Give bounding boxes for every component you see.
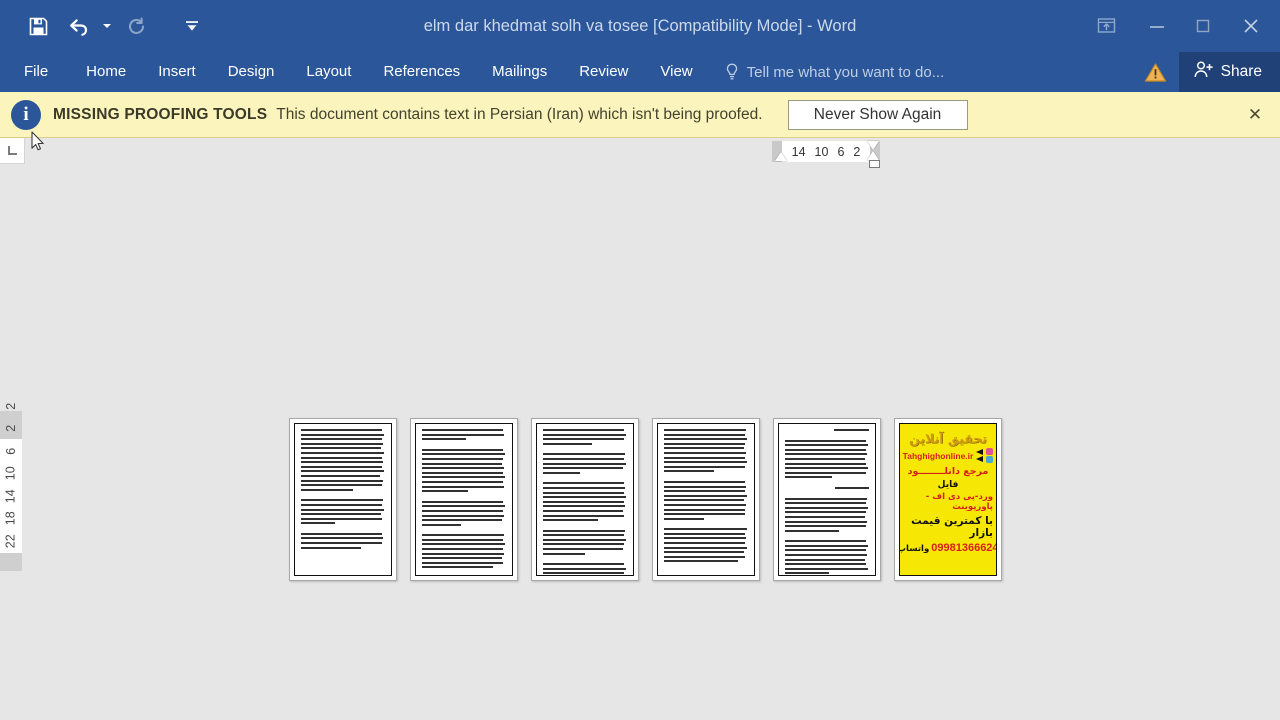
info-circle-icon: i — [11, 99, 41, 130]
horizontal-ruler[interactable]: 14 10 6 2 — [772, 141, 880, 162]
ad-formats-line: ورد-پی دی اف - پاورپوینت — [925, 492, 993, 512]
never-show-again-button[interactable]: Never Show Again — [787, 99, 968, 130]
save-icon[interactable] — [18, 9, 58, 43]
vruler-tick: 2 — [3, 402, 18, 410]
tab-home[interactable]: Home — [70, 52, 142, 92]
ad-website-url: Tahghighonline.ir — [902, 450, 974, 461]
share-button[interactable]: Share — [1178, 52, 1280, 92]
tab-stop-selector[interactable] — [0, 138, 25, 164]
ribbon-right-group: Share — [1133, 52, 1280, 92]
page-thumbnail[interactable] — [410, 418, 518, 581]
ribbon-tab-bar: File Home Insert Design Layout Reference… — [0, 52, 1280, 92]
ad-whatsapp-label: واتساپ — [899, 544, 930, 554]
ad-phone-number: 09981366624 — [931, 542, 997, 554]
tab-review[interactable]: Review — [563, 52, 644, 92]
hruler-tick: 6 — [837, 144, 845, 159]
redo-icon[interactable] — [116, 9, 156, 43]
hruler-tick: 14 — [791, 144, 806, 159]
page-content — [778, 423, 876, 576]
arrow-right-icon — [976, 449, 984, 462]
ad-file-line: فایل — [937, 480, 959, 490]
ad-contact-row: 09981366624 واتساپ — [899, 542, 997, 554]
tab-view[interactable]: View — [644, 52, 708, 92]
page-content — [294, 423, 392, 576]
page-content — [415, 423, 513, 576]
warning-triangle-icon[interactable] — [1133, 52, 1179, 92]
hanging-indent-marker[interactable] — [867, 151, 879, 160]
vertical-ruler[interactable]: 2 2 6 10 14 18 22 — [0, 402, 22, 571]
vruler-tick: 6 — [3, 447, 18, 455]
ad-url-row: Tahghighonline.ir — [903, 448, 994, 463]
undo-dropdown-icon[interactable] — [98, 9, 116, 43]
close-button[interactable] — [1226, 0, 1276, 52]
vruler-tick: 10 — [3, 466, 18, 481]
tell-me-search[interactable]: Tell me what you want to do... — [725, 63, 945, 81]
word-application-window: elm dar khedmat solh va tosee [Compatibi… — [0, 0, 1280, 720]
ad-title: تحقیق آنلاین — [909, 431, 987, 446]
tell-me-placeholder: Tell me what you want to do... — [746, 63, 945, 81]
page-thumbnail[interactable] — [289, 418, 397, 581]
page-content — [657, 423, 755, 576]
page-content — [536, 423, 634, 576]
page-thumbnail-strip: تحقیق آنلاین Tahghighonline.ir مرجع دانل… — [289, 418, 1002, 581]
left-indent-marker[interactable] — [775, 152, 787, 161]
ad-price-line: با کمترین قیمت بازار — [911, 515, 993, 539]
title-bar: elm dar khedmat solh va tosee [Compatibi… — [0, 0, 1280, 52]
undo-icon[interactable] — [58, 9, 98, 43]
tab-insert[interactable]: Insert — [142, 52, 212, 92]
social-badges-icon — [986, 448, 994, 463]
mouse-pointer — [31, 131, 45, 157]
hruler-tick: 2 — [853, 144, 861, 159]
tab-mailings[interactable]: Mailings — [476, 52, 563, 92]
left-tab-stop-icon — [7, 146, 17, 155]
vertical-ruler-ticks: 2 2 6 10 14 18 22 — [0, 402, 22, 569]
vruler-tick: 14 — [3, 488, 18, 503]
page-thumbnail[interactable] — [773, 418, 881, 581]
vruler-tick: 22 — [3, 533, 18, 548]
ribbon-display-options-icon[interactable] — [1078, 0, 1134, 52]
page-thumbnail-advertisement[interactable]: تحقیق آنلاین Tahghighonline.ir مرجع دانل… — [894, 418, 1002, 581]
first-line-indent-marker[interactable] — [867, 141, 879, 150]
advertisement-content: تحقیق آنلاین Tahghighonline.ir مرجع دانل… — [899, 423, 997, 576]
vruler-tick: 18 — [3, 511, 18, 526]
quick-access-toolbar — [0, 0, 212, 52]
message-bar-text: This document contains text in Persian (… — [276, 105, 763, 123]
tab-file[interactable]: File — [0, 52, 70, 92]
hruler-tick: 10 — [814, 144, 829, 159]
tab-references[interactable]: References — [367, 52, 476, 92]
ad-reference-line: مرجع دانلــــــــود — [907, 466, 989, 477]
message-bar: i MISSING PROOFING TOOLS This document c… — [0, 92, 1280, 138]
page-thumbnail[interactable] — [531, 418, 639, 581]
close-icon[interactable]: ✕ — [1238, 92, 1272, 138]
page-thumbnail[interactable] — [652, 418, 760, 581]
share-label: Share — [1220, 63, 1262, 80]
right-indent-marker[interactable] — [869, 160, 880, 168]
window-controls — [1078, 0, 1280, 52]
person-add-icon — [1193, 60, 1214, 84]
horizontal-ruler-ticks: 14 10 6 2 — [772, 141, 880, 162]
restore-button[interactable] — [1180, 0, 1226, 52]
lightbulb-icon — [725, 63, 739, 81]
minimize-button[interactable] — [1134, 0, 1180, 52]
message-bar-title: MISSING PROOFING TOOLS — [53, 105, 268, 123]
customize-quick-access-icon[interactable] — [172, 9, 212, 43]
vruler-tick: 2 — [3, 424, 18, 432]
tab-design[interactable]: Design — [212, 52, 291, 92]
tab-layout[interactable]: Layout — [290, 52, 367, 92]
